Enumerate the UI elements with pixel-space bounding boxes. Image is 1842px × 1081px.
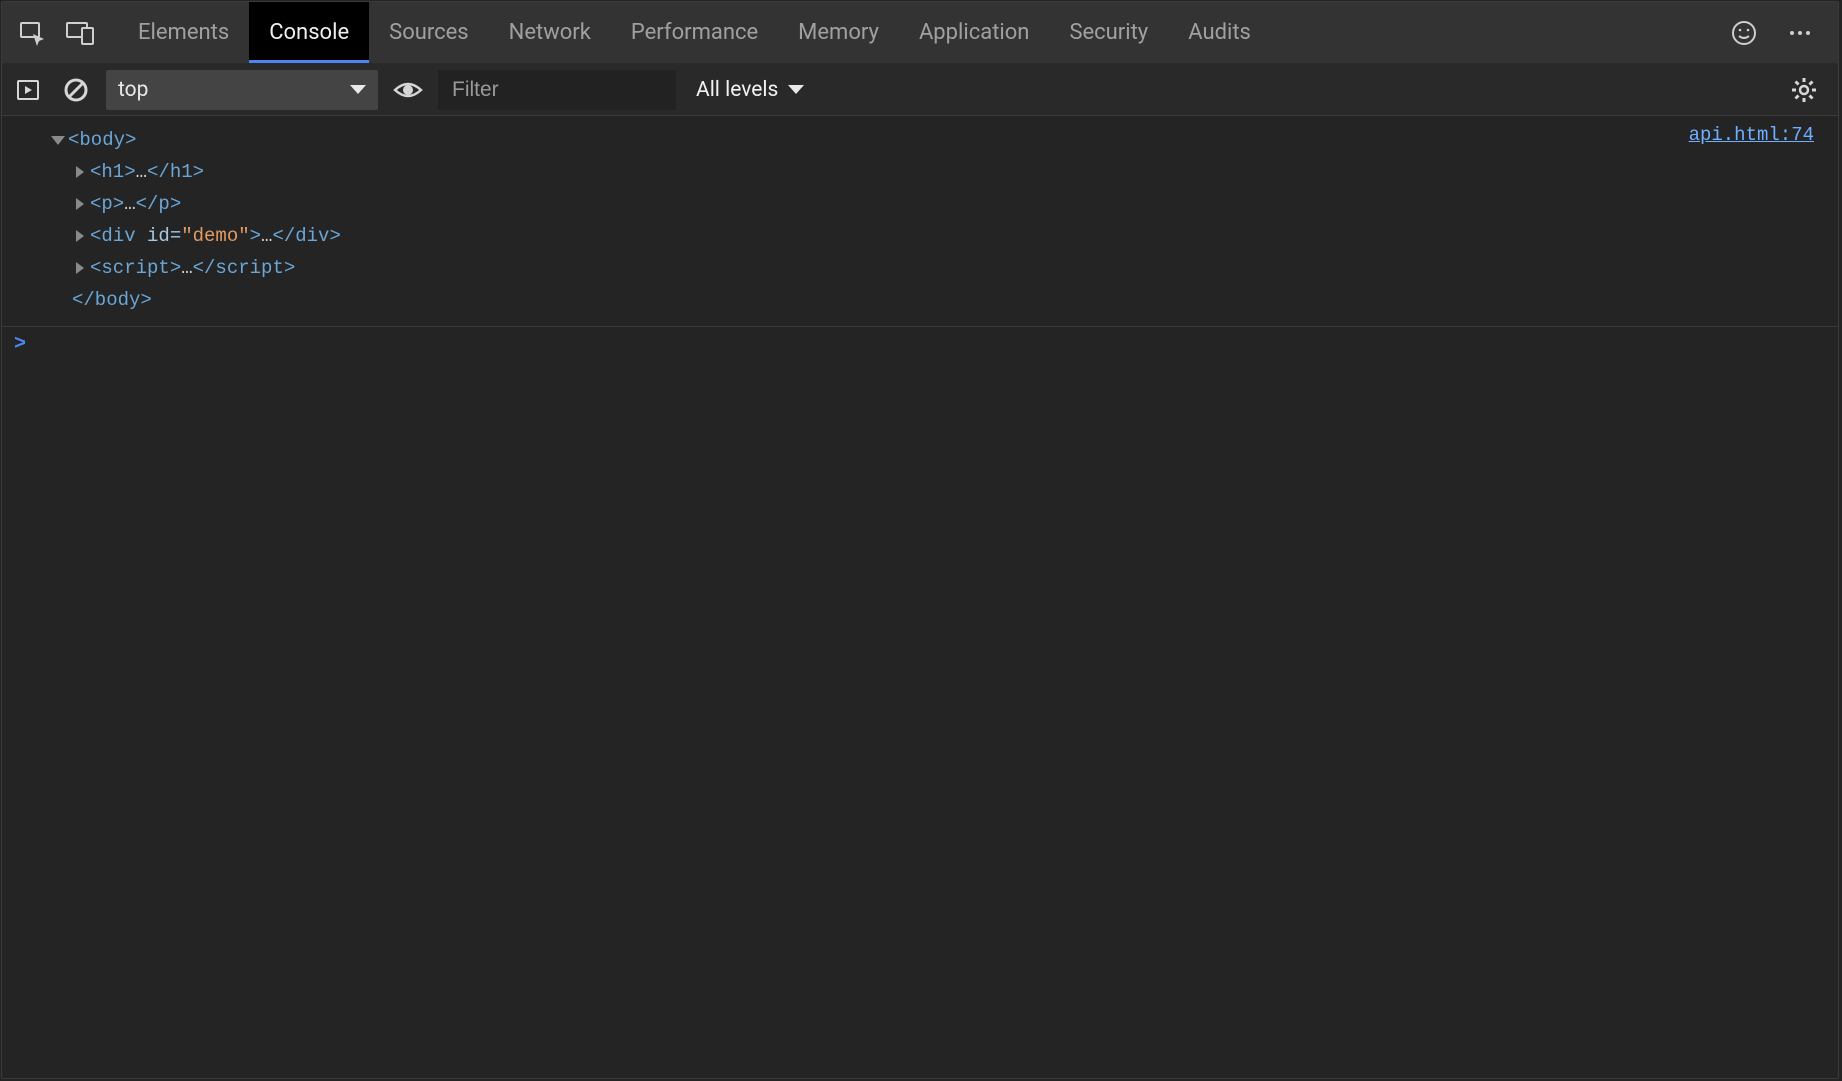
ellipsis: … (181, 252, 192, 284)
disclosure-triangle-closed-icon[interactable] (72, 166, 88, 178)
tab-label: Network (509, 20, 591, 45)
tab-security[interactable]: Security (1049, 2, 1168, 63)
tab-performance[interactable]: Performance (611, 2, 778, 63)
tab-label: Console (269, 20, 349, 45)
tag-h1-close: </h1> (147, 156, 204, 188)
tag-div-open: <div (90, 220, 136, 252)
tab-label: Memory (798, 20, 879, 45)
tree-node-script[interactable]: <script>…</script> (50, 252, 1824, 284)
source-link[interactable]: api.html:74 (1689, 124, 1814, 146)
disclosure-triangle-closed-icon[interactable] (72, 230, 88, 242)
tab-network[interactable]: Network (489, 2, 611, 63)
tag-body-close: </body> (72, 284, 152, 316)
tag-p-close: </p> (136, 188, 182, 220)
tree-node-body[interactable]: <body> (50, 124, 1824, 156)
levels-select[interactable]: All levels (688, 78, 804, 102)
inspect-element-icon[interactable] (14, 15, 50, 51)
tab-label: Application (919, 20, 1029, 45)
clear-console-icon[interactable] (58, 72, 94, 108)
tab-memory[interactable]: Memory (778, 2, 899, 63)
tag-h1-open: <h1> (90, 156, 136, 188)
disclosure-triangle-closed-icon[interactable] (72, 198, 88, 210)
tab-label: Security (1069, 20, 1148, 45)
ellipsis: … (261, 220, 272, 252)
toggle-sidebar-icon[interactable] (10, 72, 46, 108)
console-filter-bar: top All levels (2, 64, 1838, 116)
tag-script-open: <script> (90, 252, 181, 284)
tag-script-close: </script> (193, 252, 296, 284)
tag-div-close: </div> (272, 220, 340, 252)
levels-select-value: All levels (696, 78, 778, 102)
context-select[interactable]: top (106, 70, 378, 110)
tab-label: Sources (389, 20, 469, 45)
live-expression-icon[interactable] (390, 72, 426, 108)
tree-node-div[interactable]: <div id="demo">…</div> (50, 220, 1824, 252)
tree-node-h1[interactable]: <h1>…</h1> (50, 156, 1824, 188)
tab-audits[interactable]: Audits (1168, 2, 1271, 63)
console-body: api.html:74 <body> <h1>…</h1> <p>…</p> <… (2, 116, 1838, 1078)
devtools-window: Elements Console Sources Network Perform… (1, 1, 1839, 1079)
tab-application[interactable]: Application (899, 2, 1049, 63)
ellipsis: … (124, 188, 135, 220)
tab-bar-left (10, 15, 98, 51)
filter-input[interactable] (438, 70, 676, 110)
tab-label: Elements (138, 20, 229, 45)
prompt-caret-icon: > (14, 333, 26, 356)
disclosure-triangle-open-icon[interactable] (50, 136, 66, 145)
tag-close-bracket: > (250, 220, 261, 252)
tag-body-open: <body> (68, 124, 136, 156)
tab-console[interactable]: Console (249, 2, 369, 63)
device-toolbar-icon[interactable] (62, 15, 98, 51)
settings-icon[interactable] (1786, 72, 1822, 108)
tag-p-open: <p> (90, 188, 124, 220)
tab-bar-right (1726, 15, 1830, 51)
console-prompt[interactable]: > (2, 327, 1838, 362)
console-log-entry: api.html:74 <body> <h1>…</h1> <p>…</p> <… (2, 116, 1838, 327)
tab-sources[interactable]: Sources (369, 2, 489, 63)
tab-label: Audits (1188, 20, 1251, 45)
attr-value: "demo" (181, 220, 249, 252)
tabs: Elements Console Sources Network Perform… (118, 2, 1271, 63)
disclosure-triangle-closed-icon[interactable] (72, 262, 88, 274)
smiley-icon[interactable] (1726, 15, 1762, 51)
filter-bar-right (1786, 72, 1830, 108)
tab-label: Performance (631, 20, 758, 45)
tree-node-body-close[interactable]: </body> (50, 284, 1824, 316)
tree-node-p[interactable]: <p>…</p> (50, 188, 1824, 220)
tab-elements[interactable]: Elements (118, 2, 249, 63)
ellipsis: … (136, 156, 147, 188)
more-menu-icon[interactable] (1782, 15, 1818, 51)
tab-bar: Elements Console Sources Network Perform… (2, 2, 1838, 64)
context-select-value: top (118, 78, 148, 102)
chevron-down-icon (788, 85, 804, 94)
attr-name: id= (136, 220, 182, 252)
chevron-down-icon (350, 85, 366, 94)
